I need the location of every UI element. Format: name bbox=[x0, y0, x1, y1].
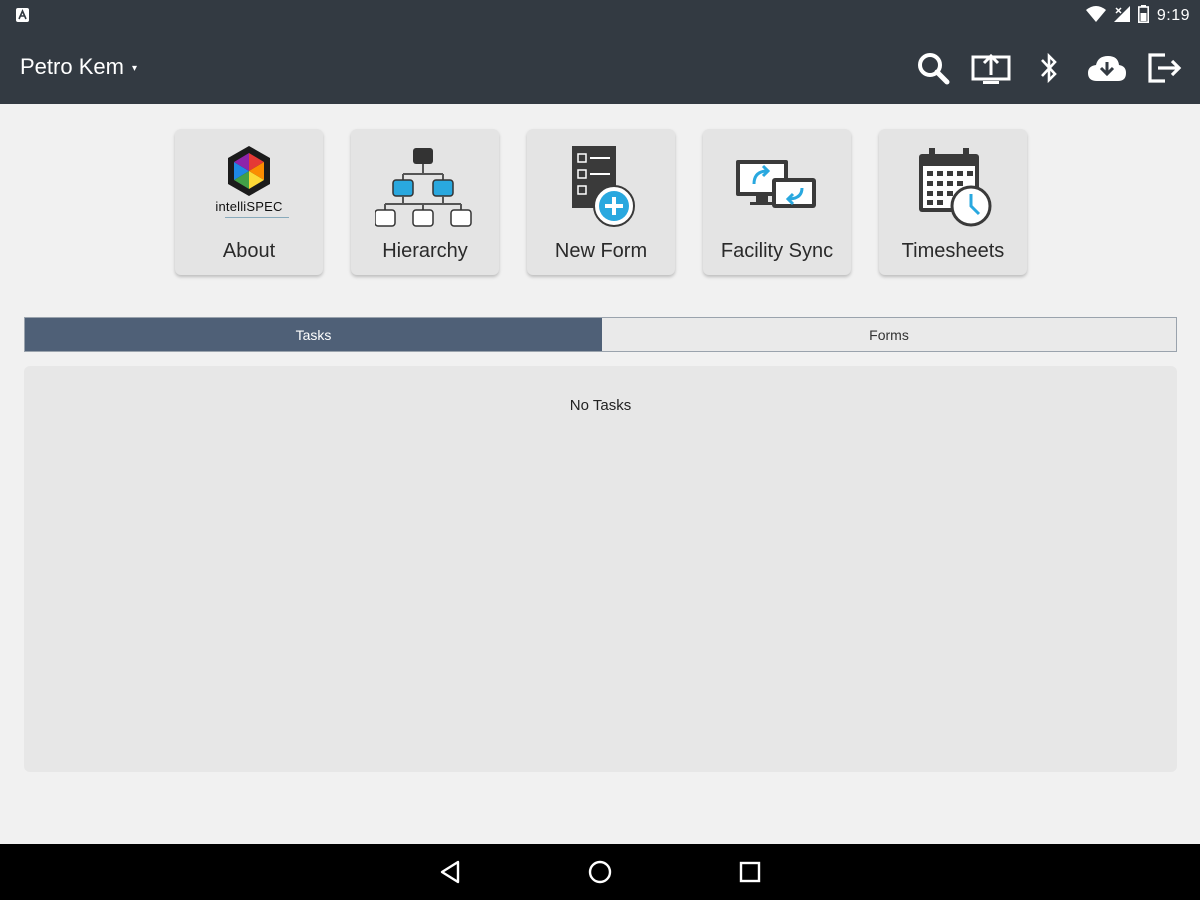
search-icon bbox=[918, 53, 950, 85]
timesheets-tile[interactable]: Timesheets bbox=[879, 129, 1027, 275]
new-form-icon bbox=[527, 141, 675, 231]
about-tile[interactable]: intelliSPEC About bbox=[175, 129, 323, 275]
bluetooth-icon bbox=[1041, 52, 1057, 84]
logout-icon bbox=[1148, 53, 1182, 83]
home-button[interactable] bbox=[585, 857, 615, 887]
chevron-down-icon: ▾ bbox=[131, 63, 137, 74]
task-form-tabs: Tasks Forms bbox=[24, 317, 1177, 352]
notification-icon bbox=[16, 8, 29, 22]
upload-icon bbox=[971, 53, 1011, 84]
signal-icon bbox=[1113, 5, 1130, 27]
bluetooth-button[interactable] bbox=[1028, 46, 1070, 90]
home-icon bbox=[588, 860, 612, 884]
cloud-download-icon bbox=[1088, 56, 1126, 81]
account-name: Petro Kem bbox=[20, 54, 124, 79]
clock-time: 9:19 bbox=[1156, 7, 1190, 24]
hierarchy-label: Hierarchy bbox=[382, 240, 468, 262]
account-dropdown[interactable]: Petro Kem ▾ bbox=[20, 54, 137, 80]
new-form-label: New Form bbox=[554, 240, 648, 262]
search-button[interactable] bbox=[912, 46, 954, 90]
back-icon bbox=[440, 860, 460, 884]
wifi-icon bbox=[1085, 5, 1106, 27]
facility-sync-label: Facility Sync bbox=[720, 240, 834, 262]
tab-forms[interactable]: Forms bbox=[602, 318, 1176, 351]
navigation-bar bbox=[0, 844, 1200, 900]
tab-tasks[interactable]: Tasks bbox=[25, 318, 602, 351]
cloud-download-button[interactable] bbox=[1086, 46, 1128, 90]
empty-state-message: No Tasks bbox=[569, 397, 632, 414]
new-form-tile[interactable]: New Form bbox=[527, 129, 675, 275]
timesheets-icon bbox=[879, 141, 1027, 231]
shortcut-tiles: intelliSPEC About Hierarchy New Form Fac… bbox=[175, 129, 1027, 275]
brand-text: intelliSPEC bbox=[215, 199, 283, 214]
recents-button[interactable] bbox=[735, 857, 765, 887]
status-bar: 9:19 bbox=[0, 0, 1200, 32]
timesheets-label: Timesheets bbox=[901, 240, 1005, 262]
recents-icon bbox=[739, 861, 761, 883]
hierarchy-tile[interactable]: Hierarchy bbox=[351, 129, 499, 275]
about-label: About bbox=[222, 240, 276, 262]
brand-underline bbox=[225, 217, 289, 220]
battery-icon bbox=[1137, 4, 1149, 28]
logout-button[interactable] bbox=[1144, 46, 1186, 90]
upload-button[interactable] bbox=[970, 46, 1012, 90]
app-bar: Petro Kem ▾ bbox=[0, 32, 1200, 104]
tasks-panel: No Tasks bbox=[24, 366, 1177, 772]
facility-sync-tile[interactable]: Facility Sync bbox=[703, 129, 851, 275]
back-button[interactable] bbox=[435, 857, 465, 887]
hierarchy-icon bbox=[351, 141, 499, 231]
facility-sync-icon bbox=[703, 141, 851, 231]
